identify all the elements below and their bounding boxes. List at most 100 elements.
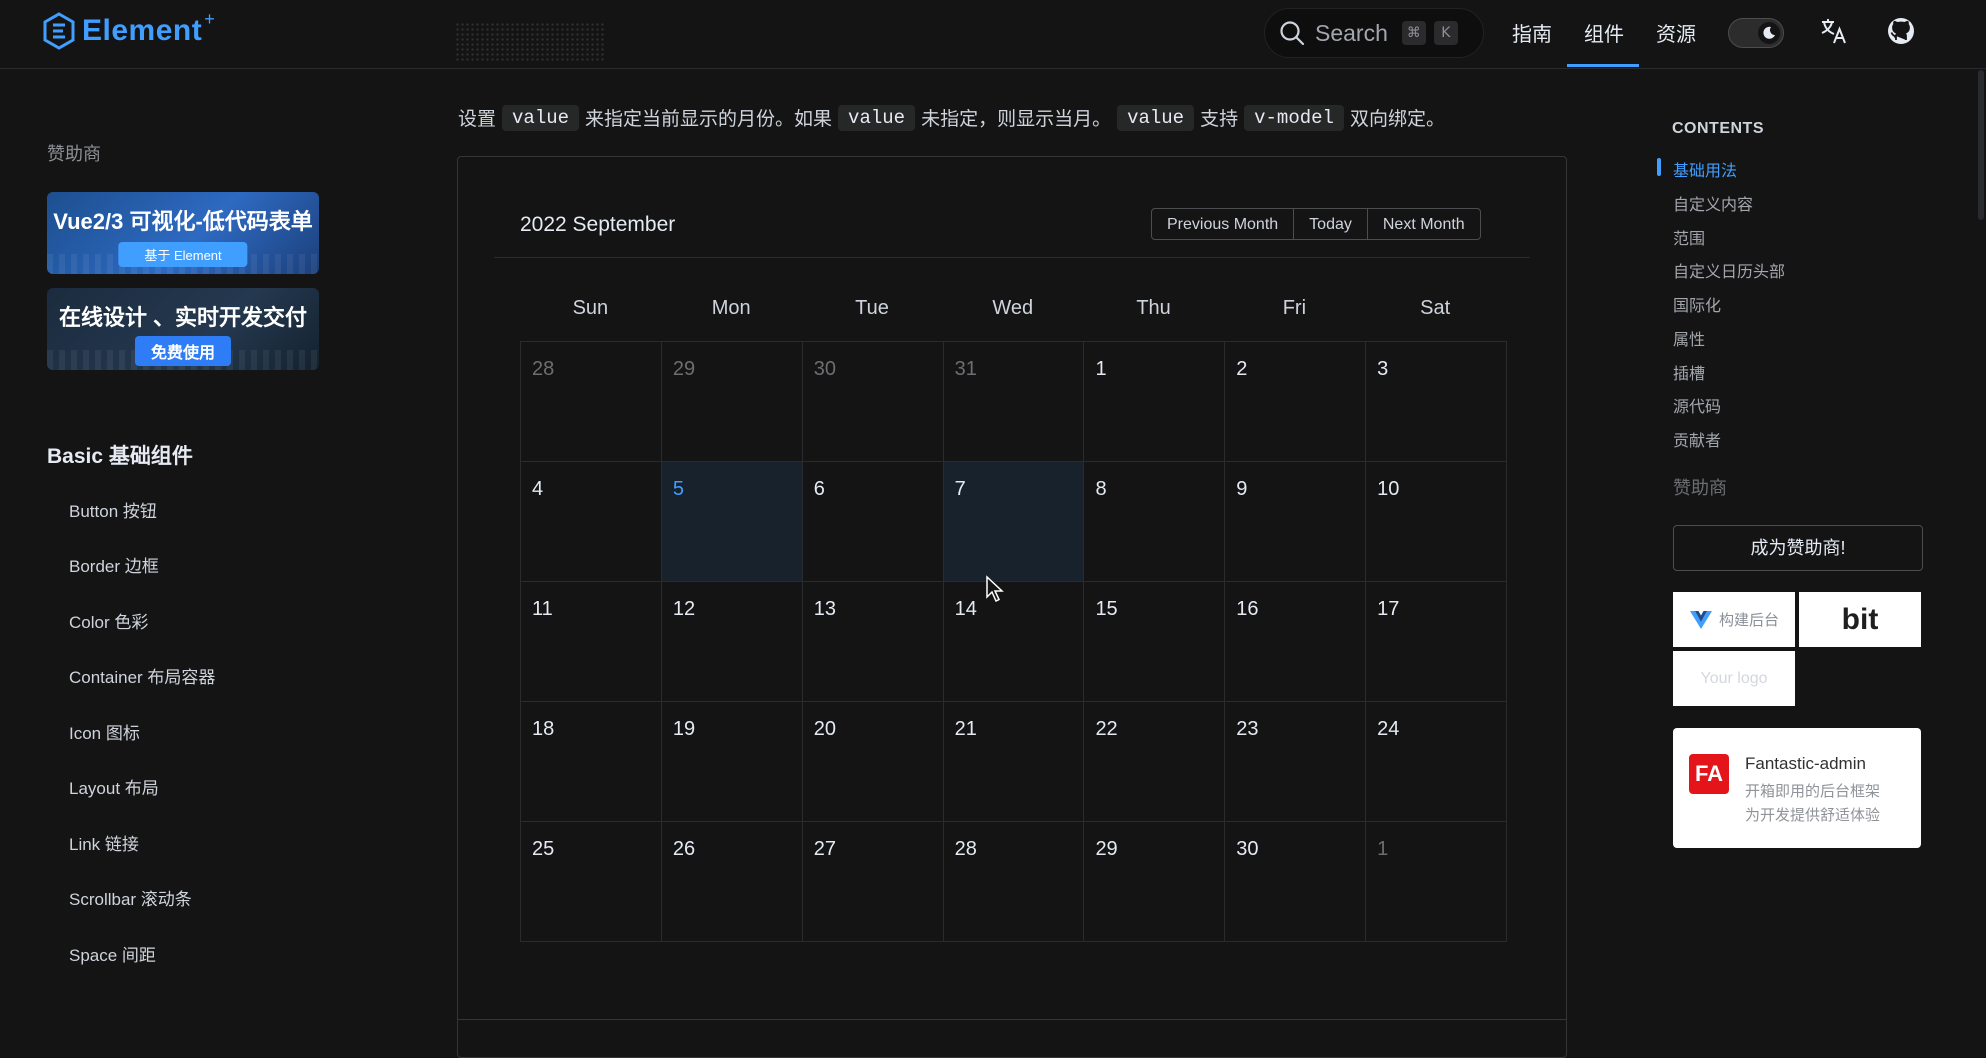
page-scrollbar[interactable]	[1978, 70, 1984, 220]
sidebar-item-layout[interactable]: Layout 布局	[69, 774, 159, 799]
calendar-day-cell[interactable]: 18	[521, 702, 662, 822]
calendar-day-cell[interactable]: 28	[943, 822, 1085, 942]
sponsor-banner-form[interactable]: Vue2/3 可视化-低代码表单 基于 Element	[47, 192, 319, 274]
translate-icon[interactable]	[1819, 16, 1849, 46]
calendar-day-cell[interactable]: 16	[1225, 582, 1367, 702]
calendar-day-cell[interactable]: 19	[661, 702, 803, 822]
calendar-day-cell[interactable]: 25	[521, 822, 662, 942]
sponsor-card-fantastic-admin[interactable]: FA Fantastic-admin 开箱即用的后台框架 为开发提供舒适体验	[1673, 728, 1921, 848]
calendar-day-cell[interactable]: 29	[661, 342, 803, 462]
calendar-day-cell[interactable]: 30	[802, 342, 944, 462]
calendar-day-cell[interactable]: 20	[802, 702, 944, 822]
calendar-day-cell[interactable]: 22	[1084, 702, 1226, 822]
element-hex-icon	[43, 12, 75, 50]
inline-code: v-model	[1244, 104, 1344, 131]
calendar-day-number: 11	[532, 598, 553, 620]
calendar-day-cell[interactable]: 24	[1366, 702, 1508, 822]
toc-item-source[interactable]: 源代码	[1673, 393, 1721, 417]
calendar-day-cell[interactable]: 1	[1084, 342, 1226, 462]
nav-components[interactable]: 组件	[1584, 18, 1624, 47]
weekday-label: Wed	[992, 297, 1034, 319]
weekday-label: Mon	[711, 297, 751, 319]
next-month-button[interactable]: Next Month	[1367, 208, 1481, 240]
calendar-day-cell[interactable]: 27	[802, 822, 944, 942]
nav-guide[interactable]: 指南	[1512, 18, 1552, 47]
calendar-day-cell[interactable]: 15	[1084, 582, 1226, 702]
calendar-day-number: 26	[672, 838, 696, 860]
sidebar-item-container[interactable]: Container 布局容器	[69, 663, 215, 688]
calendar-day-cell[interactable]: 12	[661, 582, 803, 702]
calendar-day-number: 1	[1377, 838, 1389, 860]
calendar-day-cell[interactable]: 23	[1225, 702, 1367, 822]
calendar-week-row: 25 26 27 28 29 30 1	[521, 822, 1508, 942]
github-icon[interactable]	[1886, 16, 1916, 46]
toc-sponsor-title: 赞助商	[1673, 478, 1727, 498]
calendar-day-cell[interactable]: 4	[521, 462, 662, 582]
sidebar-sponsor-title: 赞助商	[47, 144, 101, 164]
calendar-week-row: 28 29 30 31 1 2 3	[521, 342, 1508, 462]
sidebar-item-border[interactable]: Border 边框	[69, 552, 159, 577]
calendar-day-number: 28	[532, 358, 555, 380]
sidebar-item-scrollbar[interactable]: Scrollbar 滚动条	[69, 885, 192, 910]
toc-item-slots[interactable]: 插槽	[1673, 360, 1705, 384]
search-button[interactable]: Search ⌘ K	[1264, 8, 1484, 58]
sidebar-section-basic: Basic 基础组件	[47, 445, 193, 468]
sponsor-logo-vue-admin[interactable]: 构建后台	[1673, 592, 1795, 647]
calendar-day-cell[interactable]: 31	[943, 342, 1085, 462]
calendar-day-cell[interactable]: 28	[521, 342, 662, 462]
calendar-day-cell[interactable]: 1	[1366, 822, 1508, 942]
weekday-label: Sun	[572, 297, 609, 319]
calendar-day-cell[interactable]: 21	[943, 702, 1085, 822]
calendar-day-cell[interactable]: 13	[802, 582, 944, 702]
calendar-divider	[494, 257, 1530, 258]
calendar-day-cell[interactable]: 30	[1225, 822, 1367, 942]
calendar-day-cell[interactable]: 29	[1084, 822, 1226, 942]
sponsor-logo-bit[interactable]: bit	[1799, 592, 1921, 647]
calendar-day-number: 25	[532, 838, 555, 860]
sidebar-item-space[interactable]: Space 间距	[69, 941, 156, 966]
sponsor-logo-placeholder[interactable]: Your logo	[1673, 651, 1795, 706]
calendar-day-cell[interactable]: 11	[521, 582, 662, 702]
calendar-day-number: 29	[1095, 838, 1118, 860]
toc-item-contributors[interactable]: 贡献者	[1673, 427, 1721, 451]
toc-item-basic-usage[interactable]: 基础用法	[1673, 157, 1737, 181]
calendar-day-cell[interactable]: 8	[1084, 462, 1226, 582]
sponsor-desc: 开箱即用的后台框架	[1745, 783, 1881, 800]
sidebar-item-button[interactable]: Button 按钮	[69, 497, 157, 522]
calendar-day-number: 10	[1377, 478, 1400, 500]
toc-item-i18n[interactable]: 国际化	[1673, 292, 1721, 316]
calendar-day-cell[interactable]: 7	[943, 462, 1085, 582]
calendar-day-number: 8	[1095, 478, 1107, 500]
desc-text: 设置	[458, 109, 497, 130]
calendar-day-number: 29	[672, 358, 696, 380]
nav-active-indicator	[1567, 64, 1639, 67]
sponsor-banner-design[interactable]: 在线设计 、实时开发交付 免费使用	[47, 288, 319, 370]
become-sponsor-button[interactable]: 成为赞助商!	[1673, 525, 1923, 571]
calendar-day-cell[interactable]: 17	[1366, 582, 1508, 702]
dark-mode-toggle[interactable]	[1728, 18, 1784, 48]
element-logo[interactable]: Element +	[42, 9, 219, 50]
calendar-day-number: 13	[813, 598, 836, 620]
sidebar-item-icon[interactable]: Icon 图标	[69, 719, 140, 744]
calendar-day-cell[interactable]: 9	[1225, 462, 1367, 582]
calendar-day-cell[interactable]: 10	[1366, 462, 1508, 582]
calendar-day-number: 24	[1377, 718, 1400, 740]
inline-code: value	[1117, 104, 1195, 131]
toc-item-custom-content[interactable]: 自定义内容	[1673, 191, 1753, 215]
nav-resources[interactable]: 资源	[1656, 18, 1696, 47]
sidebar-item-color[interactable]: Color 色彩	[69, 608, 148, 633]
desc-text: 支持	[1200, 109, 1239, 130]
previous-month-button[interactable]: Previous Month	[1151, 208, 1295, 240]
sidebar-item-link[interactable]: Link 链接	[69, 830, 139, 855]
calendar-day-cell[interactable]: 6	[802, 462, 944, 582]
calendar-day-cell[interactable]: 5	[661, 462, 803, 582]
toc-item-custom-header[interactable]: 自定义日历头部	[1673, 258, 1785, 282]
toc-item-range[interactable]: 范围	[1673, 225, 1705, 249]
calendar-day-cell[interactable]: 2	[1225, 342, 1367, 462]
calendar-day-cell[interactable]: 14	[943, 582, 1085, 702]
calendar-day-cell[interactable]: 26	[661, 822, 803, 942]
calendar-day-number: 28	[954, 838, 977, 860]
today-button[interactable]: Today	[1294, 208, 1368, 240]
calendar-day-cell[interactable]: 3	[1366, 342, 1508, 462]
toc-item-attributes[interactable]: 属性	[1673, 326, 1705, 350]
